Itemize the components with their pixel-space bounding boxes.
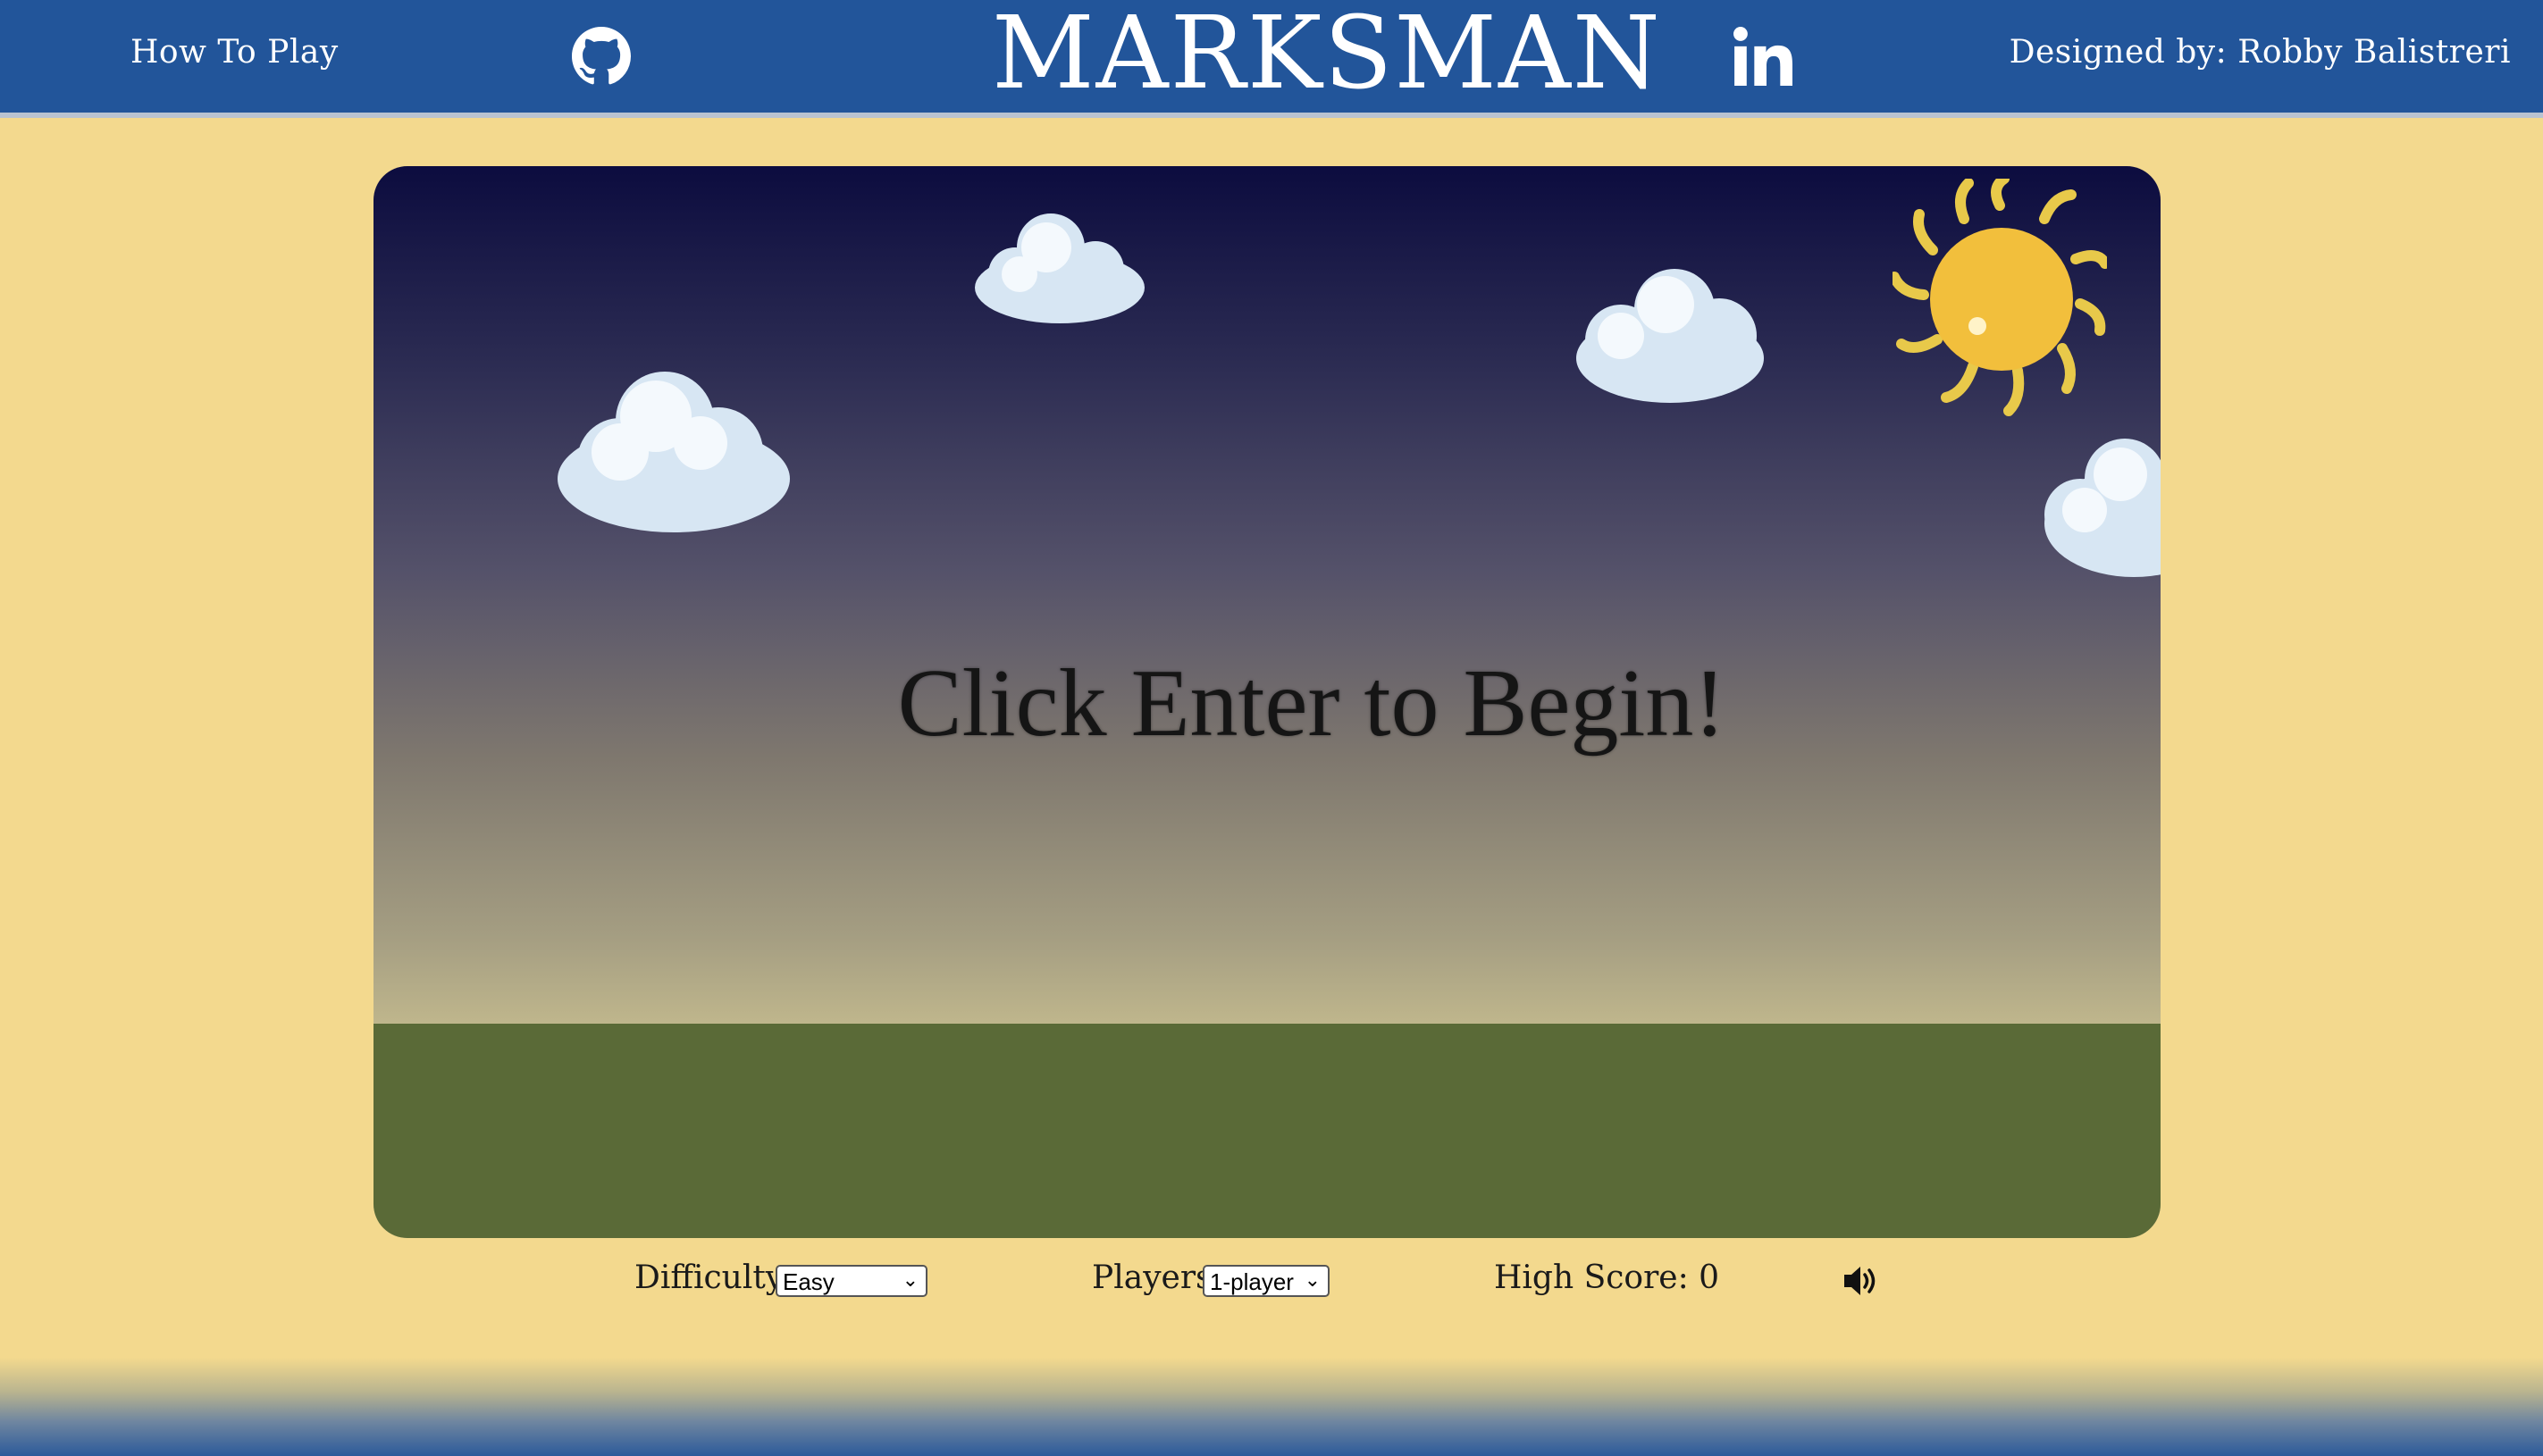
linkedin-icon[interactable] <box>1733 27 1792 86</box>
github-icon[interactable] <box>572 27 631 86</box>
players-select[interactable]: 1-player ⌄ <box>1203 1265 1330 1297</box>
footer-gradient <box>0 1358 2543 1456</box>
speaker-icon[interactable] <box>1842 1263 1880 1299</box>
designer-credit: Designed by: Robby Balistreri <box>2009 34 2511 71</box>
start-prompt: Click Enter to Begin! <box>897 650 1726 757</box>
chevron-down-icon: ⌄ <box>902 1268 919 1291</box>
cloud-icon <box>975 213 1145 323</box>
game-canvas[interactable]: Click Enter to Begin! <box>373 166 2161 1238</box>
difficulty-label: Difficulty <box>634 1259 785 1296</box>
site-title: MARKSMAN <box>992 0 1662 112</box>
players-value: 1-player <box>1210 1268 1294 1295</box>
high-score: High Score: 0 <box>1494 1259 1720 1296</box>
difficulty-value: Easy <box>783 1268 835 1295</box>
ground <box>373 1024 2161 1238</box>
game-controls: Difficulty Easy ⌄ Players 1-player ⌄ Hig… <box>0 1251 2543 1313</box>
cloud-icon <box>558 372 790 532</box>
players-label: Players <box>1092 1259 1213 1296</box>
cloud-icon <box>1576 269 1764 403</box>
how-to-play-link[interactable]: How To Play <box>130 34 339 71</box>
chevron-down-icon: ⌄ <box>1304 1268 1321 1291</box>
cloud-icon <box>2044 439 2161 577</box>
top-nav-bar: How To Play MARKSMAN Designed by: Robby … <box>0 0 2543 118</box>
sun-icon <box>1893 179 2107 416</box>
difficulty-select[interactable]: Easy ⌄ <box>776 1265 927 1297</box>
